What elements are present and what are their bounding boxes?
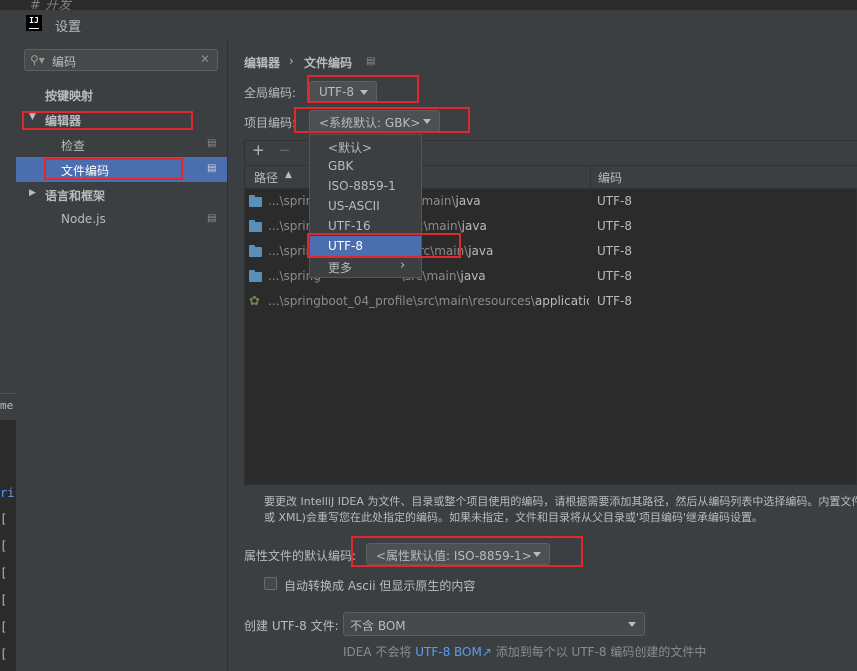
row-encoding[interactable]: UTF-8 [597,219,632,233]
project-settings-icon: ▤ [207,138,217,149]
row-encoding[interactable]: UTF-8 [597,244,632,258]
project-settings-icon: ▤ [366,56,376,67]
dropdown-option[interactable]: ISO-8859-1 [328,179,396,193]
background-editor [0,0,857,10]
sort-ascending-icon: ▲ [285,170,292,180]
external-link-icon: ↗ [481,645,492,659]
chevron-right-icon[interactable]: ▶ [29,188,36,198]
background-fragment: ri [0,486,15,500]
add-button[interactable]: + [252,141,265,159]
breadcrumb-parent[interactable]: 编辑器 [244,54,280,71]
breadcrumb-current: 文件编码 [304,56,353,70]
chevron-down-icon [628,622,636,627]
clear-icon[interactable]: ✕ [200,52,210,66]
description-text: 要更改 IntelliJ IDEA 为文件、目录或整个项目使用的编码，请根据需要… [264,495,857,508]
bom-note-suffix: 添加到每个以 UTF-8 编码创建的文件中 [495,645,707,659]
background-glyph: [ [0,512,8,526]
annotation-box [294,107,470,133]
background-glyph: [ [0,620,8,634]
dropdown-option[interactable]: GBK [328,159,353,173]
column-header-encoding[interactable]: 编码 [598,169,622,186]
dropdown-option-more[interactable]: 更多 [328,259,352,276]
search-value: 编码 [52,55,77,69]
table-row[interactable]: ...\springboot_04_profile\src\main\resou… [268,294,589,308]
dropdown-option[interactable]: UTF-16 [328,219,371,233]
project-encoding-label: 项目编码: [244,116,297,130]
annotation-box [351,536,583,567]
utf8-bom-link[interactable]: UTF-8 BOM [415,645,482,659]
bom-note: IDEA 不会将 UTF-8 BOM↗ 添加到每个以 UTF-8 编码创建的文件… [343,643,706,660]
global-encoding-label: 全局编码: [244,86,297,100]
utf8-bom-value: 不含 BOM [350,619,406,633]
project-settings-icon: ▤ [207,163,217,174]
description-text: 或 XML)会重写您在此处指定的编码。如果未指定，文件和目录将从父目录或'项目编… [264,511,763,524]
annotation-box [307,233,461,258]
title-bar[interactable] [16,10,857,38]
properties-file-icon: ✿ [249,294,260,309]
properties-encoding-label: 属性文件的默认编码: [244,549,357,563]
ascii-checkbox[interactable] [264,577,277,590]
breadcrumb-separator: › [289,54,294,68]
annotation-box [22,111,193,130]
background-divider [0,393,16,394]
folder-icon [249,220,262,232]
sidebar-item-inspections[interactable]: 检查 [61,137,85,154]
column-header-path[interactable]: 路径 [254,169,278,186]
row-encoding[interactable]: UTF-8 [597,269,632,283]
sidebar-item-languages[interactable]: 语言和框架 [45,187,105,204]
bom-note-prefix: IDEA 不会将 [343,645,412,659]
remove-button[interactable]: − [278,141,291,159]
chevron-right-icon: › [400,258,406,273]
background-glyph: [ [0,539,8,553]
background-glyph: [ [0,647,8,661]
intellij-app-icon: IJ [26,15,42,31]
background-glyph: [ [0,566,8,580]
folder-icon [249,245,262,257]
row-encoding[interactable]: UTF-8 [597,194,632,208]
settings-sidebar [16,38,228,671]
dropdown-option[interactable]: US-ASCII [328,199,380,213]
window-title: 设置 [55,20,82,35]
background-fragment: me [0,399,14,412]
background-glyph: [ [0,593,8,607]
annotation-box [44,158,183,180]
column-separator [590,165,591,189]
row-encoding[interactable]: UTF-8 [597,294,632,308]
utf8-bom-label: 创建 UTF-8 文件: [244,619,339,633]
folder-icon [249,195,262,207]
annotation-box [307,75,419,103]
utf8-bom-select[interactable]: 不含 BOM [343,612,645,636]
folder-icon [249,270,262,282]
sidebar-item-nodejs[interactable]: Node.js [61,212,106,226]
ascii-checkbox-label[interactable]: 自动转换成 Ascii 但显示原生的内容 [284,577,475,594]
sidebar-item-keymap[interactable]: 按键映射 [45,87,93,104]
dropdown-option[interactable]: <默认> [328,139,372,156]
search-icon: ⚲▾ [30,53,45,67]
project-settings-icon: ▤ [207,213,217,224]
